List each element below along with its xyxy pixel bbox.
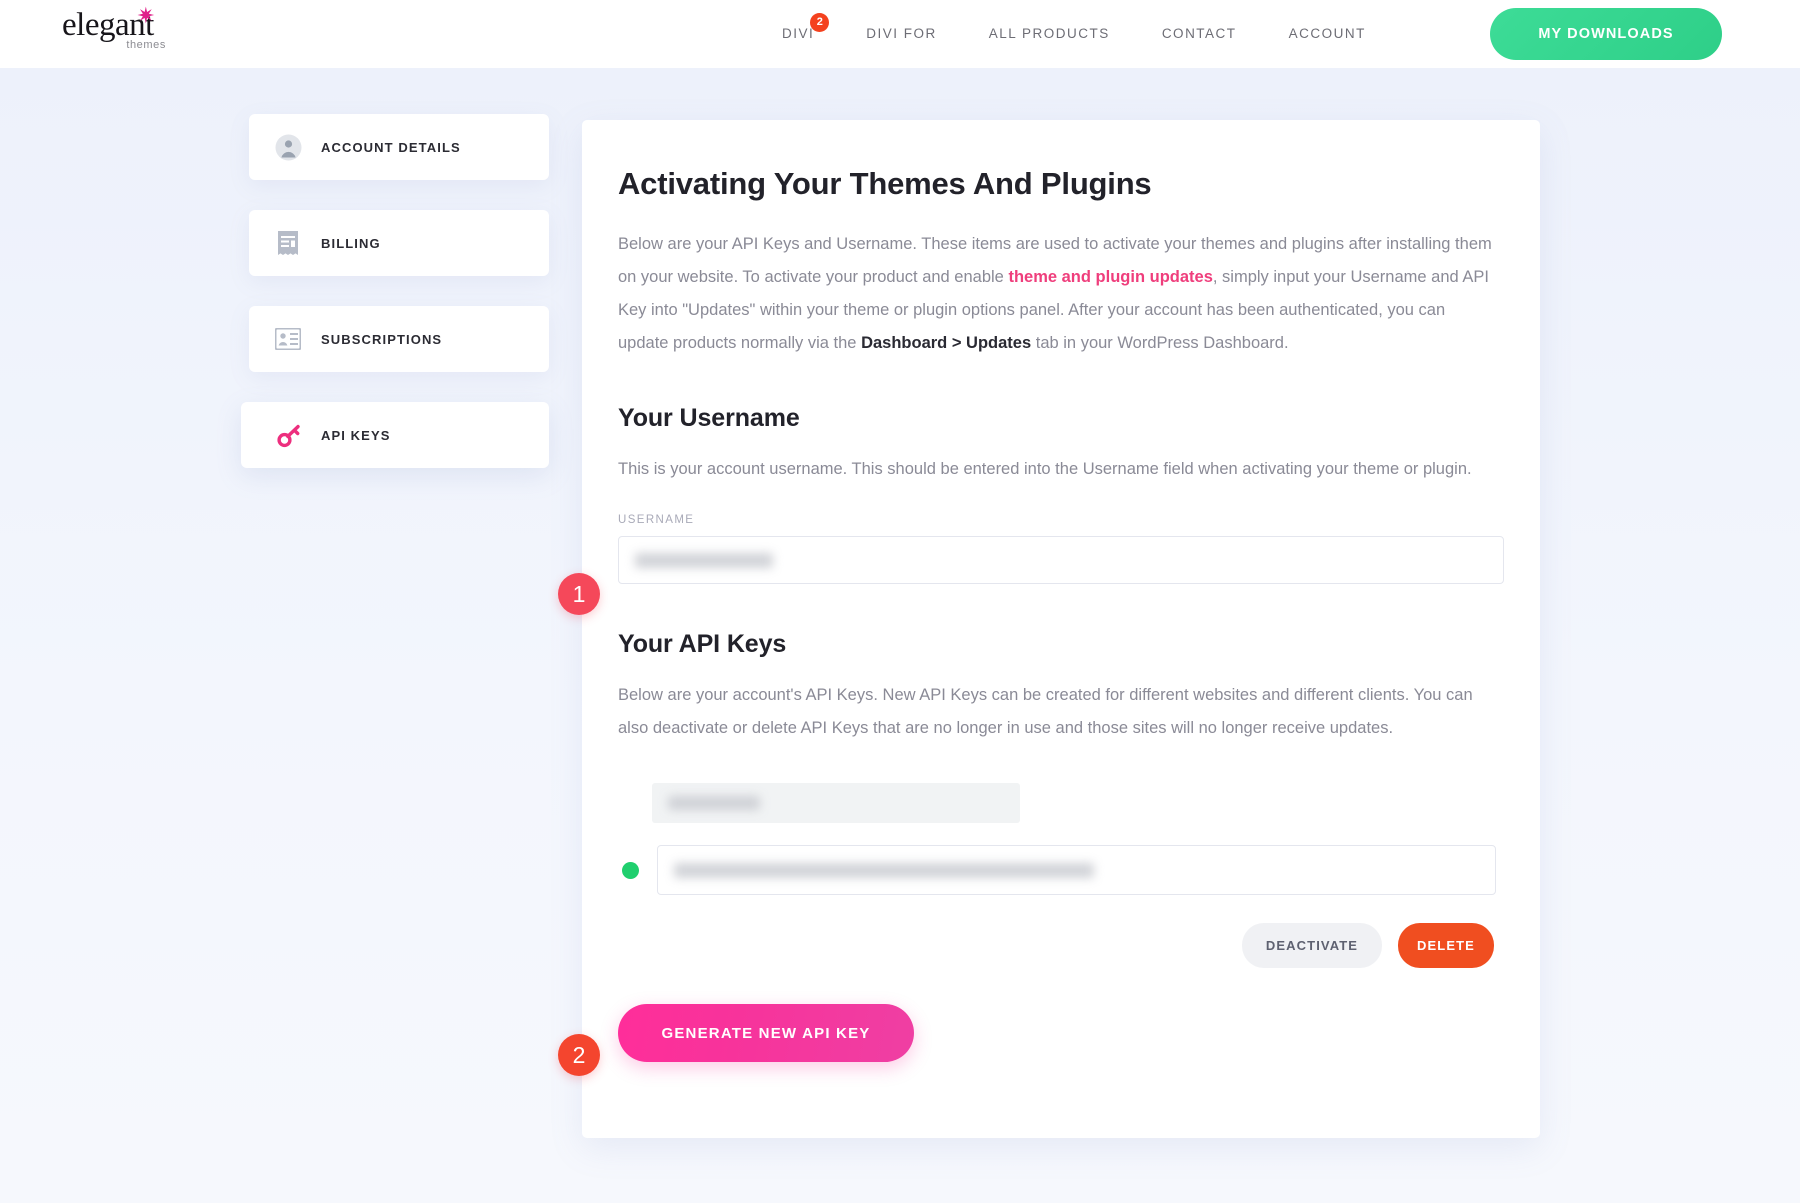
nav-label: CONTACT	[1161, 26, 1237, 41]
my-downloads-button[interactable]: MY DOWNLOADS	[1490, 8, 1722, 60]
intro-paragraph: Below are your API Keys and Username. Th…	[618, 228, 1496, 360]
api-key-value-input[interactable]	[657, 845, 1496, 895]
username-section: Your Username This is your account usern…	[618, 404, 1504, 584]
nav-item-account[interactable]: ACCOUNT	[1263, 0, 1392, 68]
elegant-themes-logo[interactable]: elegant ✷ themes	[62, 4, 172, 56]
logo-subtext: themes	[126, 39, 166, 51]
nav-label: DIVI	[782, 26, 815, 41]
redacted-username-value	[635, 552, 773, 568]
receipt-icon	[273, 228, 303, 258]
dashboard-updates-emphasis: Dashboard > Updates	[861, 334, 1032, 352]
sidebar-item-label: BILLING	[321, 235, 381, 251]
api-key-actions: DEACTIVATE DELETE	[618, 923, 1496, 968]
nav-item-all-products[interactable]: ALL PRODUCTS	[963, 0, 1136, 68]
api-keys-panel: Activating Your Themes And Plugins Below…	[582, 120, 1540, 1138]
api-keys-section: Your API Keys Below are your account's A…	[618, 630, 1496, 1062]
sidebar-item-label: API KEYS	[321, 427, 391, 443]
generate-row: GENERATE NEW API KEY	[618, 1004, 1496, 1062]
nav-item-contact[interactable]: CONTACT	[1136, 0, 1263, 68]
username-input[interactable]	[618, 536, 1504, 584]
intro-part-3: tab in your WordPress Dashboard.	[1031, 334, 1289, 352]
api-key-name-input[interactable]	[652, 783, 1020, 823]
status-badge	[622, 861, 639, 879]
nav-label: ALL PRODUCTS	[988, 26, 1110, 41]
nav-item-divi-for[interactable]: DIVI FOR	[840, 0, 963, 68]
api-key-entry: DEACTIVATE DELETE	[618, 783, 1496, 968]
account-sidebar: ACCOUNT DETAILS BILLING SUBSCRIPTIONS AP…	[241, 114, 549, 498]
nav-item-divi[interactable]: DIVI 2	[756, 0, 840, 68]
api-key-row	[618, 845, 1496, 895]
username-field-label: USERNAME	[618, 514, 695, 526]
sidebar-item-api-keys[interactable]: API KEYS	[241, 402, 549, 468]
sidebar-item-account-details[interactable]: ACCOUNT DETAILS	[249, 114, 549, 180]
sidebar-item-subscriptions[interactable]: SUBSCRIPTIONS	[249, 306, 549, 372]
nav-label: DIVI FOR	[866, 26, 937, 41]
redacted-key-name	[668, 796, 760, 810]
api-keys-description: Below are your account's API Keys. New A…	[618, 686, 1473, 737]
site-header: elegant ✷ themes DIVI 2 DIVI FOR ALL PRO…	[0, 0, 1800, 68]
logo-wordmark: elegant	[62, 7, 154, 43]
delete-button[interactable]: DELETE	[1398, 923, 1494, 968]
sidebar-item-label: ACCOUNT DETAILS	[321, 139, 461, 155]
main-navigation: DIVI 2 DIVI FOR ALL PRODUCTS CONTACT ACC…	[756, 0, 1392, 68]
sidebar-item-billing[interactable]: BILLING	[249, 210, 549, 276]
nav-label: ACCOUNT	[1288, 26, 1366, 41]
username-heading: Your Username	[618, 404, 800, 432]
id-card-icon	[273, 324, 303, 354]
username-description: This is your account username. This shou…	[618, 460, 1472, 478]
generate-new-api-key-button[interactable]: GENERATE NEW API KEY	[618, 1004, 914, 1062]
page-title: Activating Your Themes And Plugins	[618, 166, 1152, 201]
nav-badge-count: 2	[810, 13, 830, 32]
key-icon	[273, 420, 303, 450]
page-body: ACCOUNT DETAILS BILLING SUBSCRIPTIONS AP…	[0, 68, 1800, 1203]
redacted-key-value	[674, 862, 1094, 878]
deactivate-button[interactable]: DEACTIVATE	[1242, 923, 1382, 968]
step-marker-1: 1	[558, 573, 600, 615]
sidebar-item-label: SUBSCRIPTIONS	[321, 331, 443, 347]
step-marker-2: 2	[558, 1034, 600, 1076]
theme-plugin-updates-link[interactable]: theme and plugin updates	[1008, 268, 1212, 286]
user-avatar-icon	[273, 132, 303, 162]
api-keys-heading: Your API Keys	[618, 630, 787, 658]
asterisk-icon: ✷	[136, 4, 155, 29]
